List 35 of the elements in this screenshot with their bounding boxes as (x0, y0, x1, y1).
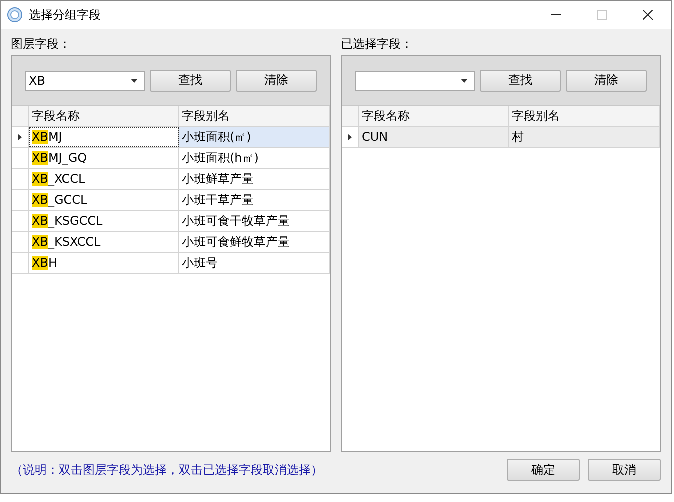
note-text: （说明：双击图层字段为选择，双击已选择字段取消选择） (11, 462, 323, 478)
panel-label: 图层字段： (11, 36, 72, 53)
table-cell[interactable]: 小班干草产量 (179, 190, 330, 210)
table-cell[interactable]: XBH (29, 253, 179, 273)
dropdown-arrow-icon[interactable] (461, 78, 468, 82)
search-combo[interactable]: XB (25, 70, 145, 90)
table-cell[interactable]: 小班可食干牧草产量 (179, 211, 330, 231)
clear-button[interactable]: 清除 (566, 70, 647, 92)
table-cell[interactable]: XBMJ_GQ (29, 148, 179, 168)
table-cell[interactable]: 小班鲜草产量 (179, 169, 330, 189)
dialog-button[interactable]: 取消 (588, 459, 661, 481)
dropdown-arrow-icon[interactable] (131, 78, 138, 82)
window-title: 选择分组字段 (29, 6, 101, 24)
app-icon (7, 7, 23, 23)
close-icon[interactable] (643, 10, 653, 20)
column-header[interactable]: 字段名称 (359, 106, 509, 126)
table-cell[interactable]: 小班面积(㎡) (179, 127, 330, 147)
column-header[interactable]: 字段名称 (29, 106, 179, 126)
table-cell[interactable]: 小班面积(h㎡) (179, 148, 330, 168)
find-button[interactable]: 查找 (150, 70, 231, 92)
table-cell[interactable]: XBMJ (29, 127, 179, 147)
table-cell[interactable]: XB_KSGCCL (29, 211, 179, 231)
find-button[interactable]: 查找 (480, 70, 561, 92)
clear-button[interactable]: 清除 (236, 70, 317, 92)
column-header[interactable]: 字段别名 (509, 106, 660, 126)
table-cell[interactable]: XB_GCCL (29, 190, 179, 210)
table-cell[interactable]: 小班可食鲜牧草产量 (179, 232, 330, 252)
table-cell[interactable]: 小班号 (179, 253, 330, 273)
column-header[interactable]: 字段别名 (179, 106, 330, 126)
table-cell[interactable]: XB_XCCL (29, 169, 179, 189)
table-cell[interactable]: 村 (509, 127, 660, 147)
table-cell[interactable]: XB_KSXCCL (29, 232, 179, 252)
dialog-button[interactable]: 确定 (507, 459, 580, 481)
panel-label: 已选择字段： (341, 36, 414, 53)
table-cell[interactable]: CUN (359, 127, 509, 147)
